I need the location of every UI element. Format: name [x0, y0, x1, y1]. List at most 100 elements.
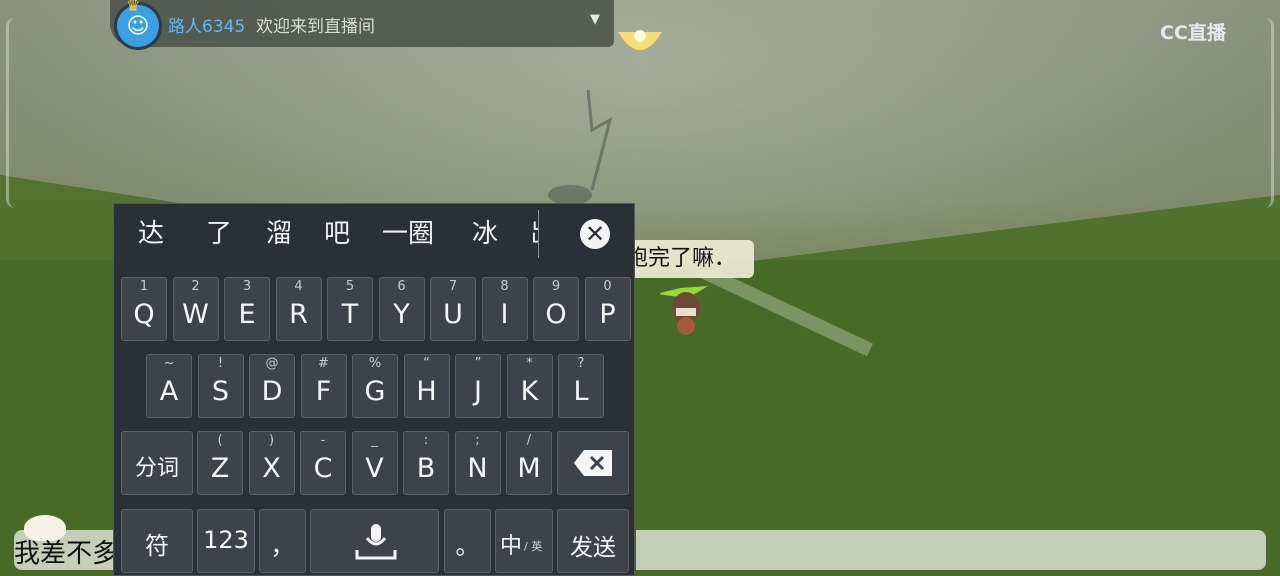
language-key-sub: / 英 [524, 540, 543, 553]
key-main-label: R [289, 299, 308, 330]
key-w[interactable]: 2W [172, 277, 219, 341]
key-sub-label: # [318, 356, 329, 371]
chat-input-field[interactable] [636, 530, 1266, 570]
chevron-down-icon[interactable]: ▼ [590, 12, 600, 27]
key-main-label: I [500, 299, 509, 330]
segment-key[interactable]: 分词 [121, 431, 193, 495]
key-y[interactable]: 6Y [378, 277, 425, 341]
language-switch-key[interactable]: 中 / 英 [495, 509, 553, 573]
key-v[interactable]: _ V [351, 431, 398, 495]
crown-icon: ♛ [126, 0, 141, 15]
candidate-3[interactable]: 溜 [266, 214, 292, 254]
candidate-1[interactable]: 达 [138, 214, 164, 254]
key-a[interactable]: ~ A [146, 354, 192, 418]
key-sub-label: ) [268, 433, 275, 448]
key-main-label: A [159, 376, 179, 407]
key-main-label: H [416, 376, 437, 407]
backspace-icon [574, 450, 612, 476]
key-main-label: G [364, 376, 386, 407]
chat-bubble: 跑完了嘛． [622, 240, 754, 278]
key-main-label: V [365, 453, 384, 484]
send-button-label: 发送 [570, 535, 616, 561]
candidate-2[interactable]: 了 [206, 214, 232, 254]
comma-key-label: ， [270, 532, 295, 560]
key-c[interactable]: -C [300, 431, 346, 495]
key-o[interactable]: 9O [533, 277, 579, 341]
key-i[interactable]: 8I [481, 277, 528, 341]
welcome-message: 欢迎来到直播间 [256, 17, 375, 37]
chat-input-text: 我差不多 [14, 539, 119, 569]
key-main-label: W [182, 299, 209, 330]
key-x[interactable]: ) X [248, 431, 295, 495]
key-f[interactable]: # F [300, 354, 347, 418]
candle-light-icon [618, 30, 662, 50]
key-p[interactable]: 0P [584, 277, 631, 341]
period-key-label: 。 [455, 532, 480, 560]
key-main-label: S [211, 376, 230, 407]
key-sub-label: 1 [139, 279, 149, 294]
key-z[interactable]: (Z [197, 431, 243, 495]
key-sub-label: 4 [294, 279, 303, 294]
key-main-label: F [315, 376, 332, 407]
period-key[interactable]: 。 [444, 509, 491, 573]
right-edge-indicator [1265, 18, 1274, 208]
key-main-label: U [443, 299, 463, 330]
key-sub-label: 3 [242, 279, 252, 294]
key-sub-label: : [423, 433, 429, 448]
key-g[interactable]: % G [352, 354, 398, 418]
key-k[interactable]: * K [506, 354, 553, 418]
comma-key[interactable]: ， [259, 509, 306, 573]
key-b[interactable]: :B [403, 431, 449, 495]
ime-keyboard[interactable]: 达 了 溜 吧 一圈 冰 岀 ✕ 1Q2W3E4R5T6Y7U8I9O0P ~A… [113, 203, 635, 576]
key-sub-label: 5 [345, 279, 355, 294]
key-sub-label: @ [265, 356, 279, 371]
backspace-key[interactable] [557, 431, 629, 495]
candidate-5[interactable]: 一圈 [382, 214, 434, 254]
candidate-divider [538, 210, 539, 258]
symbol-key[interactable]: 符 [121, 509, 193, 573]
key-sub-label: 0 [603, 279, 612, 294]
key-q[interactable]: 1Q [121, 277, 167, 341]
key-s[interactable]: ! S [197, 354, 244, 418]
number-key-label: 123 [203, 526, 249, 554]
microphone-icon [355, 524, 397, 560]
key-sub-label: “ [423, 356, 430, 371]
key-main-label: Y [393, 299, 410, 330]
number-key[interactable]: 123 [197, 509, 255, 573]
key-t[interactable]: 5T [327, 277, 373, 341]
key-l[interactable]: ? L [558, 354, 604, 418]
candidate-bar: 达 了 溜 吧 一圈 冰 岀 ✕ [114, 204, 634, 264]
key-main-label: T [341, 299, 359, 330]
welcome-banner[interactable]: ☺ ♛ 路人6345 欢迎来到直播间 ▼ [110, 0, 614, 50]
key-e[interactable]: 3E [224, 277, 270, 341]
key-main-label: L [573, 376, 589, 407]
left-edge-indicator [6, 18, 15, 208]
key-j[interactable]: ” J [455, 354, 501, 418]
key-main-label: P [599, 299, 616, 330]
key-main-label: N [467, 453, 488, 484]
send-button[interactable]: 发送 [557, 509, 629, 573]
key-main-label: M [517, 453, 541, 484]
key-sub-label: ? [577, 356, 585, 371]
candidate-6[interactable]: 冰 [472, 214, 498, 254]
cc-live-logo: CC直播 [1160, 22, 1226, 44]
key-main-label: X [262, 453, 281, 484]
key-n[interactable]: ; N [454, 431, 501, 495]
key-r[interactable]: 4R [275, 277, 322, 341]
key-sub-label: / [526, 433, 532, 448]
candidate-4[interactable]: 吧 [324, 214, 350, 254]
voice-space-key[interactable] [310, 509, 439, 573]
close-icon[interactable]: ✕ [580, 219, 610, 249]
key-d[interactable]: @ D [249, 354, 295, 418]
key-main-label: D [261, 376, 283, 407]
key-main-label: B [416, 453, 436, 484]
key-sub-label: 9 [551, 279, 561, 294]
candidate-7[interactable]: 岀 [530, 214, 538, 254]
symbol-key-label: 符 [145, 532, 169, 560]
key-u[interactable]: 7U [430, 277, 476, 341]
key-h[interactable]: “H [403, 354, 450, 418]
key-sub-label: - [320, 433, 326, 448]
key-main-label: J [474, 376, 482, 407]
key-m[interactable]: / M [506, 431, 552, 495]
key-sub-label: ” [474, 356, 482, 371]
